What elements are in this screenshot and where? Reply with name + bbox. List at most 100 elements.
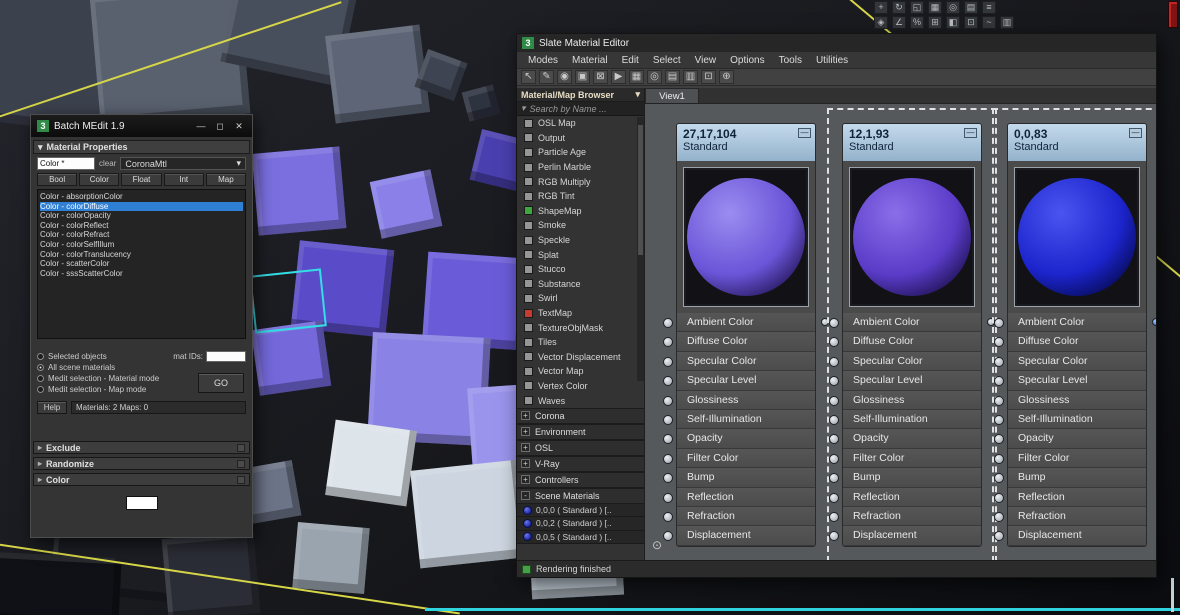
node-preview[interactable] bbox=[683, 167, 809, 307]
browser-map-item[interactable]: Perlin Marble bbox=[517, 160, 644, 175]
browser-map-item[interactable]: Output bbox=[517, 131, 644, 146]
node-slot-specular-level[interactable]: Specular Level bbox=[829, 371, 981, 391]
angle-snap-icon[interactable]: ∠ bbox=[892, 16, 906, 29]
node-header[interactable]: 27,17,104 Standard — bbox=[677, 124, 815, 161]
node-slot-glossiness[interactable]: Glossiness bbox=[829, 390, 981, 410]
node-slot-displacement[interactable]: Displacement bbox=[663, 526, 815, 546]
node-slot-filter-color[interactable]: Filter Color bbox=[994, 448, 1146, 469]
menu-options[interactable]: Options bbox=[723, 55, 771, 66]
expand-toggle-icon[interactable]: + bbox=[521, 459, 530, 469]
node-slot-self-illumination[interactable]: Self-Illumination bbox=[663, 409, 815, 430]
expand-toggle-icon[interactable]: + bbox=[521, 411, 530, 421]
expand-toggle-icon[interactable]: + bbox=[521, 443, 530, 453]
show-end-result-icon[interactable]: ◎ bbox=[647, 70, 662, 84]
browser-map-item[interactable]: Swirl bbox=[517, 291, 644, 306]
assign-material-to-selection-icon[interactable]: ▣ bbox=[575, 70, 590, 84]
snaps-toggle-icon[interactable]: ◈ bbox=[874, 16, 888, 29]
material-node[interactable]: 0,0,83 Standard — Ambient Color Diffuse Colo… bbox=[992, 108, 1156, 560]
reference-coordinate-icon[interactable]: ▦ bbox=[928, 1, 942, 14]
rollout-color[interactable]: ▸ Color bbox=[33, 473, 250, 486]
help-button[interactable]: Help bbox=[37, 401, 67, 414]
medit-title-bar[interactable]: 3 Batch MEdit 1.9 — ◻ ✕ bbox=[31, 115, 252, 137]
browser-scrollbar[interactable] bbox=[637, 117, 644, 381]
menu-view[interactable]: View bbox=[688, 55, 724, 66]
keyboard-override-icon[interactable]: ≡ bbox=[982, 1, 996, 14]
browser-map-item[interactable]: Smoke bbox=[517, 218, 644, 233]
radio-icon[interactable] bbox=[37, 364, 44, 371]
menu-modes[interactable]: Modes bbox=[521, 55, 565, 66]
node-view[interactable]: View1 27,17,104 Standard — Ambient Color Dif… bbox=[645, 88, 1156, 560]
browser-map-item[interactable]: Vertex Color bbox=[517, 379, 644, 394]
param-item[interactable]: Color - colorRefract bbox=[40, 230, 243, 240]
color-swatch[interactable] bbox=[125, 496, 158, 510]
param-item[interactable]: Color - absorptionColor bbox=[40, 192, 243, 202]
minimize-icon[interactable]: — bbox=[194, 121, 208, 131]
node-slot-self-illumination[interactable]: Self-Illumination bbox=[829, 409, 981, 430]
node-slot-specular-color[interactable]: Specular Color bbox=[663, 351, 815, 372]
lay-out-all-icon[interactable]: ▤ bbox=[665, 70, 680, 84]
batch-medit-window[interactable]: 3 Batch MEdit 1.9 — ◻ ✕ ▾ Material Prope… bbox=[30, 114, 253, 538]
slate-title-bar[interactable]: 3 Slate Material Editor bbox=[517, 34, 1156, 52]
param-item[interactable]: Color - colorOpacity bbox=[40, 211, 243, 221]
menu-edit[interactable]: Edit bbox=[615, 55, 646, 66]
node-slot-reflection[interactable]: Reflection bbox=[994, 487, 1146, 507]
node-preview[interactable] bbox=[849, 167, 975, 307]
mat-ids-input[interactable] bbox=[206, 351, 246, 362]
select-and-scale-icon[interactable]: ◱ bbox=[910, 1, 924, 14]
node-slot-filter-color[interactable]: Filter Color bbox=[663, 448, 815, 469]
browser-map-item[interactable]: Stucco bbox=[517, 262, 644, 277]
zoom-extents-icon[interactable]: ⊕ bbox=[719, 70, 734, 84]
type-button-bool[interactable]: Bool bbox=[37, 173, 78, 186]
tab-view1[interactable]: View1 bbox=[645, 88, 699, 103]
browser-group-corona[interactable]: + Corona bbox=[517, 407, 644, 424]
browser-map-item[interactable]: Tiles bbox=[517, 335, 644, 350]
node-slot-diffuse-color[interactable]: Diffuse Color bbox=[994, 332, 1146, 352]
spinner-snap-icon[interactable]: ⊞ bbox=[928, 16, 942, 29]
node-slot-glossiness[interactable]: Glossiness bbox=[994, 390, 1146, 410]
node-slot-ambient-color[interactable]: Ambient Color bbox=[663, 313, 815, 333]
node-canvas[interactable]: 27,17,104 Standard — Ambient Color Diffuse C… bbox=[645, 104, 1156, 560]
node-slot-ambient-color[interactable]: Ambient Color bbox=[994, 313, 1146, 333]
node-slot-displacement[interactable]: Displacement bbox=[994, 526, 1146, 546]
node-slot-opacity[interactable]: Opacity bbox=[829, 429, 981, 449]
radio-icon[interactable] bbox=[37, 375, 44, 382]
scrollbar-thumb[interactable] bbox=[638, 125, 643, 255]
browser-map-item[interactable]: TextureObjMask bbox=[517, 320, 644, 335]
node-slot-specular-color[interactable]: Specular Color bbox=[829, 351, 981, 372]
browser-map-item[interactable]: Waves bbox=[517, 393, 644, 408]
browser-group-scene-materials[interactable]: - Scene Materials bbox=[517, 487, 644, 504]
put-material-to-scene-icon[interactable]: ◉ bbox=[557, 70, 572, 84]
browser-map-item[interactable]: Substance bbox=[517, 277, 644, 292]
node-slot-bump[interactable]: Bump bbox=[663, 468, 815, 488]
type-button-map[interactable]: Map bbox=[205, 173, 247, 186]
node-slot-bump[interactable]: Bump bbox=[829, 468, 981, 488]
radio-icon[interactable] bbox=[37, 353, 44, 360]
browser-map-item[interactable]: RGB Tint bbox=[517, 189, 644, 204]
param-item[interactable]: Color - colorSelfIllum bbox=[40, 240, 243, 250]
node-slot-refraction[interactable]: Refraction bbox=[829, 506, 981, 527]
node-slot-reflection[interactable]: Reflection bbox=[663, 487, 815, 507]
menu-utilities[interactable]: Utilities bbox=[809, 55, 855, 66]
align-icon[interactable]: ⊡ bbox=[964, 16, 978, 29]
node-minimize-button[interactable]: — bbox=[1129, 128, 1142, 138]
scene-material-item[interactable]: 0,0,0 ( Standard ) [.. bbox=[517, 503, 644, 518]
expand-toggle-icon[interactable]: + bbox=[521, 427, 530, 437]
node-output-socket[interactable] bbox=[1152, 318, 1156, 326]
scene-material-item[interactable]: 0,0,5 ( Standard ) [.. bbox=[517, 530, 644, 545]
select-and-move-icon[interactable]: + bbox=[874, 1, 888, 14]
node-minimize-button[interactable]: — bbox=[964, 128, 977, 138]
node-slot-refraction[interactable]: Refraction bbox=[994, 506, 1146, 527]
browser-map-item[interactable]: TextMap bbox=[517, 306, 644, 321]
type-button-int[interactable]: Int bbox=[163, 173, 204, 186]
pick-material-from-object-icon[interactable]: ✎ bbox=[539, 70, 554, 84]
node-header[interactable]: 0,0,83 Standard — bbox=[1008, 124, 1146, 161]
radio-option-all-scene-materials[interactable]: All scene materials bbox=[37, 362, 246, 373]
browser-map-item[interactable]: RGB Multiply bbox=[517, 174, 644, 189]
mirror-icon[interactable]: ◧ bbox=[946, 16, 960, 29]
menu-select[interactable]: Select bbox=[646, 55, 688, 66]
material-map-browser[interactable]: Material/Map Browser ▾ ▾ Search by Name … bbox=[517, 88, 645, 560]
param-item[interactable]: Color - sssScatterColor bbox=[40, 269, 243, 279]
param-item[interactable]: Color - colorTranslucency bbox=[40, 250, 243, 260]
use-pivot-center-icon[interactable]: ◎ bbox=[946, 1, 960, 14]
rollout-randomize[interactable]: ▸ Randomize bbox=[33, 457, 250, 470]
